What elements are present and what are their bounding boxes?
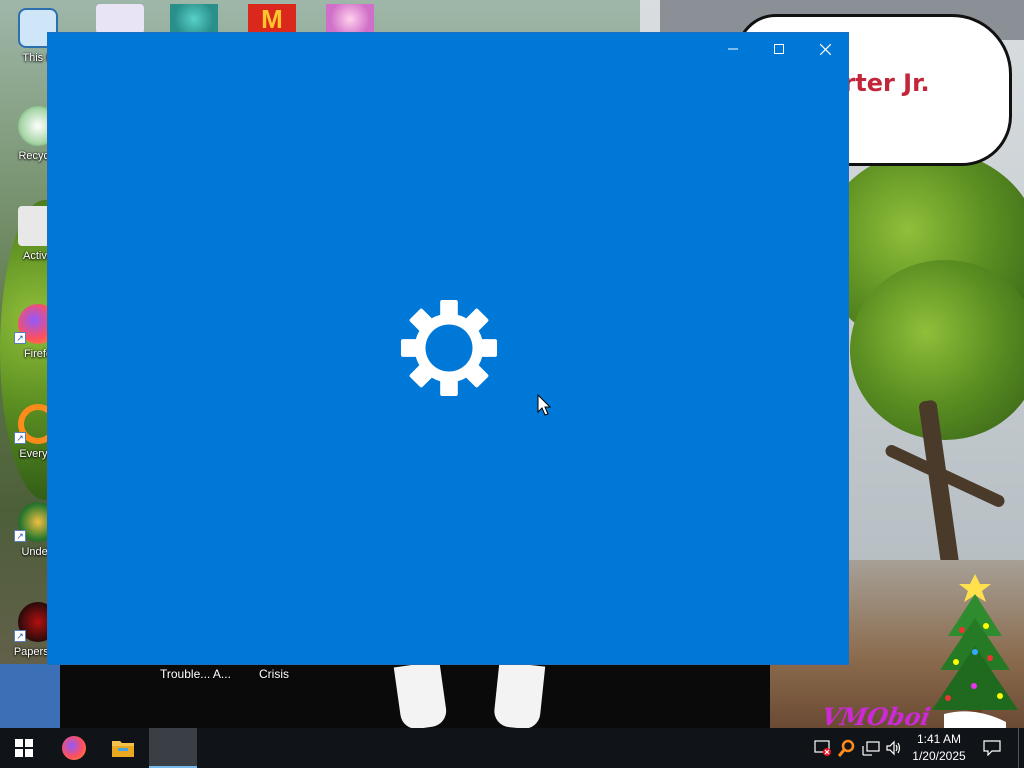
desktop-icon-label[interactable]: Crisis [259,667,289,681]
taskbar-clock[interactable]: 1:41 AM 1/20/2025 [906,731,972,765]
minimize-icon [728,48,738,50]
desktop-icon-label[interactable]: Trouble... A... [160,667,231,681]
start-button[interactable] [0,728,48,768]
wallpaper-figure [393,661,449,728]
show-desktop-button[interactable] [1018,728,1024,768]
network-icon [862,741,880,756]
window-controls [710,33,848,65]
desktop-icon-app[interactable] [96,4,144,34]
action-center-icon [983,740,1001,756]
close-button[interactable] [802,33,848,65]
close-icon [819,43,831,55]
minimize-button[interactable] [710,33,756,65]
desktop-icon-game[interactable] [170,4,218,34]
shortcut-arrow-icon: ↗ [14,332,26,344]
christmas-tree-icon [932,574,1018,728]
search-everything-icon [838,739,855,757]
maximize-button[interactable] [756,33,802,65]
shortcut-arrow-icon: ↗ [14,630,26,642]
security-warning-icon [814,740,831,756]
file-explorer-icon [112,741,134,757]
firefox-icon [62,736,86,760]
windows-start-icon [15,739,33,757]
shortcut-arrow-icon: ↗ [14,432,26,444]
gear-icon [400,299,498,397]
shortcut-arrow-icon: ↗ [14,530,26,542]
taskbar-file-explorer[interactable] [99,728,147,768]
maximize-icon [774,44,784,54]
taskbar-settings[interactable] [149,728,197,768]
tray-volume[interactable] [884,738,904,758]
settings-window[interactable] [47,32,849,665]
taskbar-firefox[interactable] [50,728,98,768]
tray-everything[interactable] [837,738,857,758]
clock-date: 1/20/2025 [912,749,966,763]
wallpaper-figure [492,661,546,728]
desktop-icon-character[interactable] [326,4,374,34]
settings-app-icon [161,735,185,759]
wallpaper-watermark: VMOboi [819,702,933,731]
tray-security[interactable] [813,738,833,758]
taskbar: 1:41 AM 1/20/2025 [0,728,1024,768]
action-center-button[interactable] [980,728,1004,768]
volume-icon [886,740,901,756]
clock-time: 1:41 AM [916,732,962,746]
mouse-cursor-icon [537,394,551,416]
tray-network[interactable] [861,738,881,758]
mcdonalds-icon[interactable]: M [248,4,296,34]
